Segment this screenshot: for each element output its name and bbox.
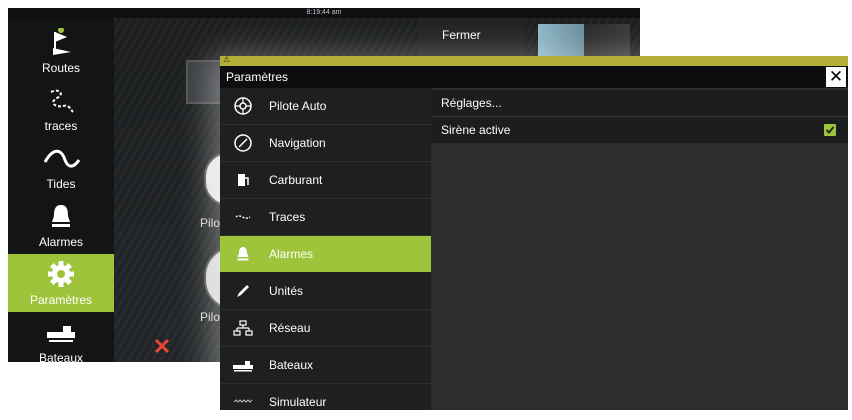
status-bar: 8:19:44 am [8,8,640,18]
menu-item-label: Simulateur [269,395,327,409]
setting-row-siren[interactable]: Sirène active [431,117,848,143]
ship-icon [47,326,75,342]
trail-icon [235,215,251,219]
network-icon [233,320,253,336]
sidebar-item-label: Tides [46,177,76,191]
traces-icon [50,89,74,113]
menu-item-label: Bateaux [269,358,314,372]
dialog-title-bar: Paramètres ✕ [220,66,848,88]
sidebar-item-label: Bateaux [38,351,84,362]
menu-item-label: Carburant [269,173,323,187]
fuel-icon [238,174,249,186]
menu-item-network[interactable]: Réseau [220,310,431,346]
autopilot-icon [234,97,252,115]
setting-label: Sirène active [441,123,511,137]
wave-icon [233,399,253,403]
sidebar-item-label: traces [44,119,78,133]
menu-item-fuel[interactable]: Carburant [220,162,431,198]
menu-item-trails[interactable]: Traces [220,199,431,235]
menu-item-label: Navigation [269,136,326,150]
setting-label: Réglages... [441,96,502,110]
fermer-button[interactable]: Fermer [418,18,524,58]
routes-icon [53,28,71,55]
ship-icon [233,361,253,372]
bell-icon [52,205,70,227]
menu-item-simulator[interactable]: Simulateur [220,384,431,420]
menu-item-label: Traces [269,210,306,224]
menu-item-label: Réseau [269,321,311,335]
warning-strip: ⚠ [220,55,848,66]
settings-detail-panel: Réglages... Sirène active [431,88,848,410]
tides-icon [43,149,81,168]
warning-icon: ⚠ [223,55,231,64]
sidebar-item-traces[interactable]: traces [8,80,114,138]
background-label: Pilo [200,310,221,324]
bell-icon [237,247,249,261]
menu-item-label: Alarmes [269,247,314,261]
menu-item-navigation[interactable]: Navigation [220,125,431,161]
background-label: Pilo [200,216,221,230]
sidebar-item-boats[interactable]: Bateaux [8,312,114,362]
menu-item-units[interactable]: Unités [220,273,431,309]
sidebar-item-settings[interactable]: Paramètres [8,254,114,312]
menu-item-label: Pilote Auto [269,99,327,113]
gear-icon [48,261,74,287]
menu-item-boats[interactable]: Bateaux [220,347,431,383]
sidebar-item-tides[interactable]: Tides [8,138,114,196]
settings-menu: Pilote Auto Navigation Carburant Traces [220,88,431,410]
sidebar-item-alarms[interactable]: Alarmes [8,196,114,254]
dialog-title: Paramètres [226,70,289,84]
pencil-icon [237,285,249,297]
sidebar-item-routes[interactable]: Routes [8,22,114,80]
sidebar-item-label: Paramètres [29,293,93,307]
close-icon: ✕ [828,67,844,86]
menu-item-alarms[interactable]: Alarmes [220,236,431,272]
compass-icon [234,134,252,152]
siren-checkbox[interactable] [824,124,836,136]
red-x-icon [154,338,170,354]
sidebar-item-label: Alarmes [38,235,83,249]
map-thumbnail [538,24,630,60]
clock: 8:19:44 am [306,9,342,16]
sidebar-item-label: Routes [41,61,81,75]
close-button[interactable]: ✕ [826,67,846,87]
menu-item-autopilot[interactable]: Pilote Auto [220,88,431,124]
settings-dialog: ⚠ Paramètres ✕ Pilote Auto Navigation Ca… [220,55,848,410]
setting-row-reglages[interactable]: Réglages... [431,90,848,116]
sidebar: Routes traces Tides Alarmes Paramètres B… [8,18,114,362]
menu-item-label: Unités [269,284,304,298]
checkmark-icon [825,126,835,134]
